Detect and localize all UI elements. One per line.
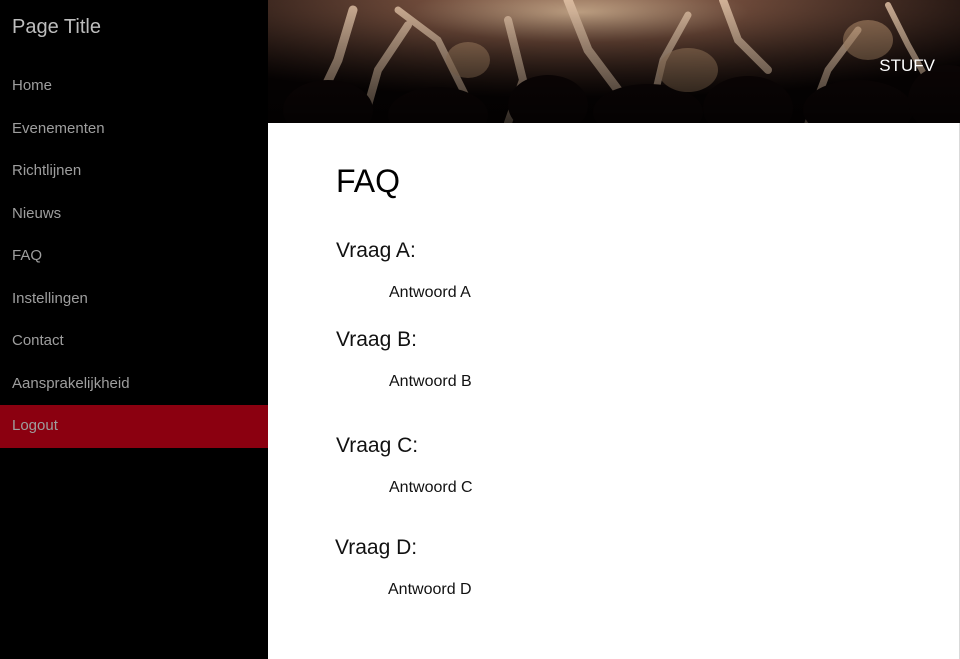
faq-answer: Antwoord C — [389, 479, 473, 496]
faq-question: Vraag A: — [336, 239, 416, 262]
sidebar-item-logout[interactable]: Logout — [0, 405, 268, 448]
faq-answer: Antwoord B — [389, 373, 472, 390]
faq-question: Vraag C: — [336, 434, 419, 457]
sidebar-item-faq[interactable]: FAQ — [0, 235, 268, 278]
concert-crowd-image — [268, 0, 960, 123]
sidebar-item-aansprakelijkheid[interactable]: Aansprakelijkheid — [0, 363, 268, 406]
sidebar-item-evenementen[interactable]: Evenementen — [0, 108, 268, 151]
page-title: FAQ — [336, 163, 401, 199]
sidebar-item-contact[interactable]: Contact — [0, 320, 268, 363]
sidebar-item-richtlijnen[interactable]: Richtlijnen — [0, 150, 268, 193]
app: Page Title Home Evenementen Richtlijnen … — [0, 0, 960, 659]
faq-question: Vraag B: — [336, 328, 417, 351]
sidebar-nav: Home Evenementen Richtlijnen Nieuws FAQ … — [0, 65, 268, 448]
sidebar-item-home[interactable]: Home — [0, 65, 268, 108]
header-banner: STUFV — [268, 0, 960, 123]
brand-link[interactable]: STUFV — [879, 56, 935, 76]
sidebar-item-instellingen[interactable]: Instellingen — [0, 278, 268, 321]
faq-answer: Antwoord A — [389, 284, 471, 301]
main-content: FAQ Vraag A: Antwoord A Vraag B: Antwoor… — [268, 123, 960, 659]
faq-question: Vraag D: — [335, 536, 418, 559]
faq-answer: Antwoord D — [388, 581, 472, 598]
sidebar-item-nieuws[interactable]: Nieuws — [0, 193, 268, 236]
sidebar-title: Page Title — [12, 16, 101, 38]
sidebar: Page Title Home Evenementen Richtlijnen … — [0, 0, 268, 659]
